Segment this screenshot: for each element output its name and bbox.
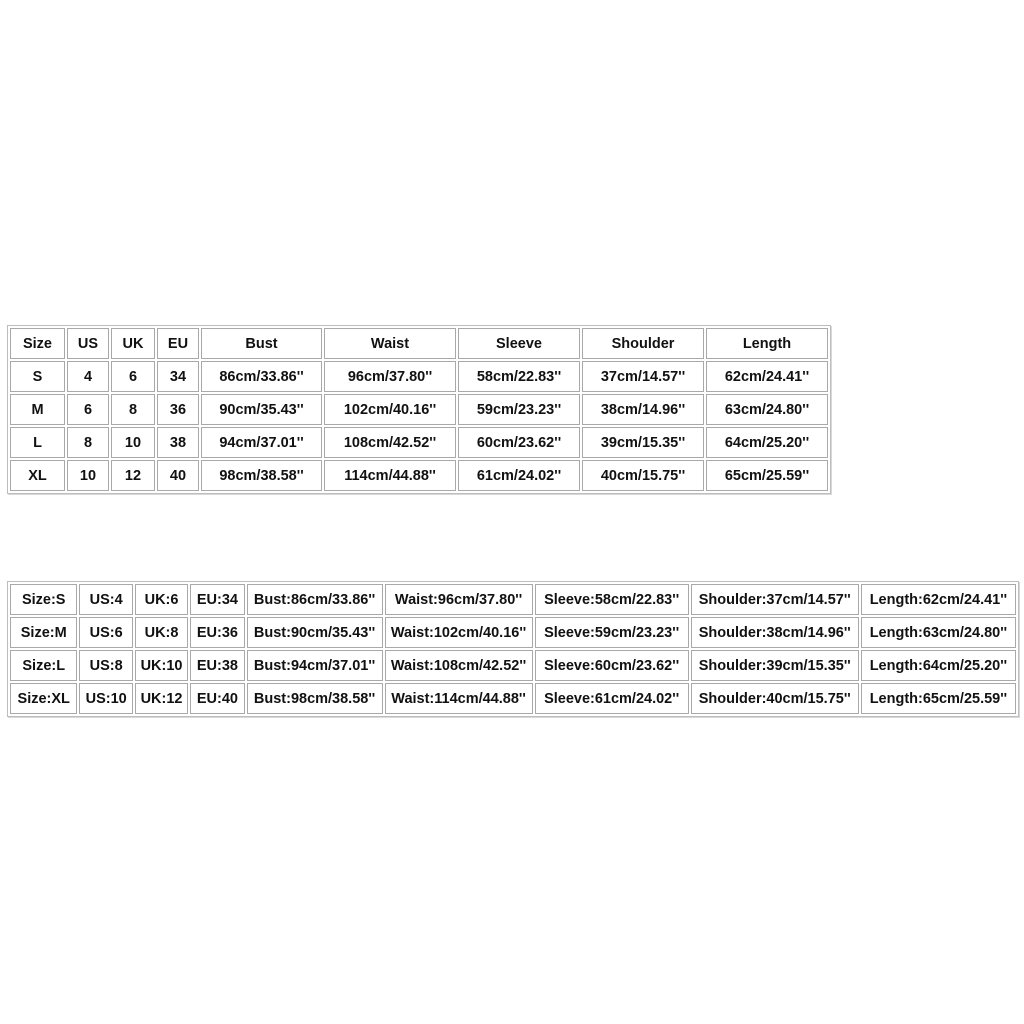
table-cell: UK:12	[134, 683, 189, 714]
table-cell: 102cm/40.16''	[324, 394, 456, 425]
table-cell: 36	[157, 394, 199, 425]
table-cell: Bust:98cm/38.58''	[246, 683, 383, 714]
column-header: Shoulder	[582, 328, 704, 359]
column-header: US	[67, 328, 109, 359]
table-cell: 10	[67, 460, 109, 491]
table-cell: 65cm/25.59''	[706, 460, 828, 491]
table-row: Size:L US:8 UK:10 EU:38 Bust:94cm/37.01'' Wai…	[10, 650, 1016, 681]
table-cell: Bust:86cm/33.86''	[246, 584, 383, 615]
size-chart-labeled-table: Size:S US:4 UK:6 EU:34 Bust:86cm/33.86'' Wais…	[7, 581, 1019, 717]
table-cell: 59cm/23.23''	[458, 394, 580, 425]
table-cell: EU:38	[190, 650, 245, 681]
table-cell: 39cm/15.35''	[582, 427, 704, 458]
table-cell: 62cm/24.41''	[706, 361, 828, 392]
table-row: XL 10 12 40 98cm/38.58'' 114cm/44.88'' 61cm/24…	[10, 460, 828, 491]
table-cell: 98cm/38.58''	[201, 460, 322, 491]
table-cell: 4	[67, 361, 109, 392]
table-cell: Size:L	[10, 650, 78, 681]
table-cell: 96cm/37.80''	[324, 361, 456, 392]
table-cell: US:10	[79, 683, 133, 714]
table-cell: UK:8	[134, 617, 189, 648]
table-cell: 61cm/24.02''	[458, 460, 580, 491]
table-row: Size:S US:4 UK:6 EU:34 Bust:86cm/33.86'' Wais…	[10, 584, 1016, 615]
table-cell: EU:40	[190, 683, 245, 714]
table-cell: Sleeve:59cm/23.23''	[534, 617, 689, 648]
table-cell: 10	[111, 427, 155, 458]
column-header: Sleeve	[458, 328, 580, 359]
table-cell: 114cm/44.88''	[324, 460, 456, 491]
table-row: Size:M US:6 UK:8 EU:36 Bust:90cm/35.43'' Wais…	[10, 617, 1016, 648]
table-cell: 6	[111, 361, 155, 392]
size-chart-table: Size US UK EU Bust Waist Sleeve Shoulder Length S…	[7, 325, 831, 494]
table-cell: Sleeve:60cm/23.62''	[534, 650, 689, 681]
table-row: M 6 8 36 90cm/35.43'' 102cm/40.16'' 59cm/23.23…	[10, 394, 828, 425]
table-cell: Sleeve:61cm/24.02''	[534, 683, 689, 714]
table-cell: EU:34	[190, 584, 245, 615]
table-cell: US:8	[79, 650, 133, 681]
table-cell: 12	[111, 460, 155, 491]
table-cell: Waist:114cm/44.88''	[384, 683, 533, 714]
table-cell: 94cm/37.01''	[201, 427, 322, 458]
table-row: Size:XL US:10 UK:12 EU:40 Bust:98cm/38.58'' W…	[10, 683, 1016, 714]
table-cell: 60cm/23.62''	[458, 427, 580, 458]
table-cell: 37cm/14.57''	[582, 361, 704, 392]
table-cell: Shoulder:38cm/14.96''	[690, 617, 859, 648]
table-cell: Bust:90cm/35.43''	[246, 617, 383, 648]
column-header: Size	[10, 328, 65, 359]
table-cell: Length:64cm/25.20''	[860, 650, 1016, 681]
table-cell: 86cm/33.86''	[201, 361, 322, 392]
table-cell: 64cm/25.20''	[706, 427, 828, 458]
table-cell: UK:10	[134, 650, 189, 681]
column-header: Length	[706, 328, 828, 359]
table-cell: Waist:96cm/37.80''	[384, 584, 533, 615]
table-cell: Bust:94cm/37.01''	[246, 650, 383, 681]
table-cell: Shoulder:37cm/14.57''	[690, 584, 859, 615]
table-cell: Waist:108cm/42.52''	[384, 650, 533, 681]
table-cell: 34	[157, 361, 199, 392]
table-cell: 6	[67, 394, 109, 425]
table-cell: Shoulder:40cm/15.75''	[690, 683, 859, 714]
column-header: UK	[111, 328, 155, 359]
table-row: S 4 6 34 86cm/33.86'' 96cm/37.80'' 58cm/22.83'…	[10, 361, 828, 392]
table-cell: US:4	[79, 584, 133, 615]
table-cell: 40cm/15.75''	[582, 460, 704, 491]
table-cell: 8	[111, 394, 155, 425]
header-row: Size US UK EU Bust Waist Sleeve Shoulder Length	[10, 328, 828, 359]
table-cell: Length:65cm/25.59''	[860, 683, 1016, 714]
table-cell: US:6	[79, 617, 133, 648]
table-cell: Length:63cm/24.80''	[860, 617, 1016, 648]
table-cell: 38cm/14.96''	[582, 394, 704, 425]
table-cell: Size:S	[10, 584, 78, 615]
table-cell: Shoulder:39cm/15.35''	[690, 650, 859, 681]
table-row: L 8 10 38 94cm/37.01'' 108cm/42.52'' 60cm/23.6…	[10, 427, 828, 458]
table-cell: Size:M	[10, 617, 78, 648]
table-cell: 58cm/22.83''	[458, 361, 580, 392]
table-cell: Size:XL	[10, 683, 78, 714]
table-cell: EU:36	[190, 617, 245, 648]
table-cell: M	[10, 394, 65, 425]
column-header: Waist	[324, 328, 456, 359]
table-cell: S	[10, 361, 65, 392]
table-cell: 63cm/24.80''	[706, 394, 828, 425]
table-cell: 8	[67, 427, 109, 458]
table-cell: Waist:102cm/40.16''	[384, 617, 533, 648]
table-cell: Sleeve:58cm/22.83''	[534, 584, 689, 615]
table-cell: L	[10, 427, 65, 458]
table-cell: 38	[157, 427, 199, 458]
table-cell: UK:6	[134, 584, 189, 615]
table-cell: Length:62cm/24.41''	[860, 584, 1016, 615]
table-cell: 40	[157, 460, 199, 491]
table-cell: 90cm/35.43''	[201, 394, 322, 425]
column-header: EU	[157, 328, 199, 359]
column-header: Bust	[201, 328, 322, 359]
table-cell: 108cm/42.52''	[324, 427, 456, 458]
table-cell: XL	[10, 460, 65, 491]
